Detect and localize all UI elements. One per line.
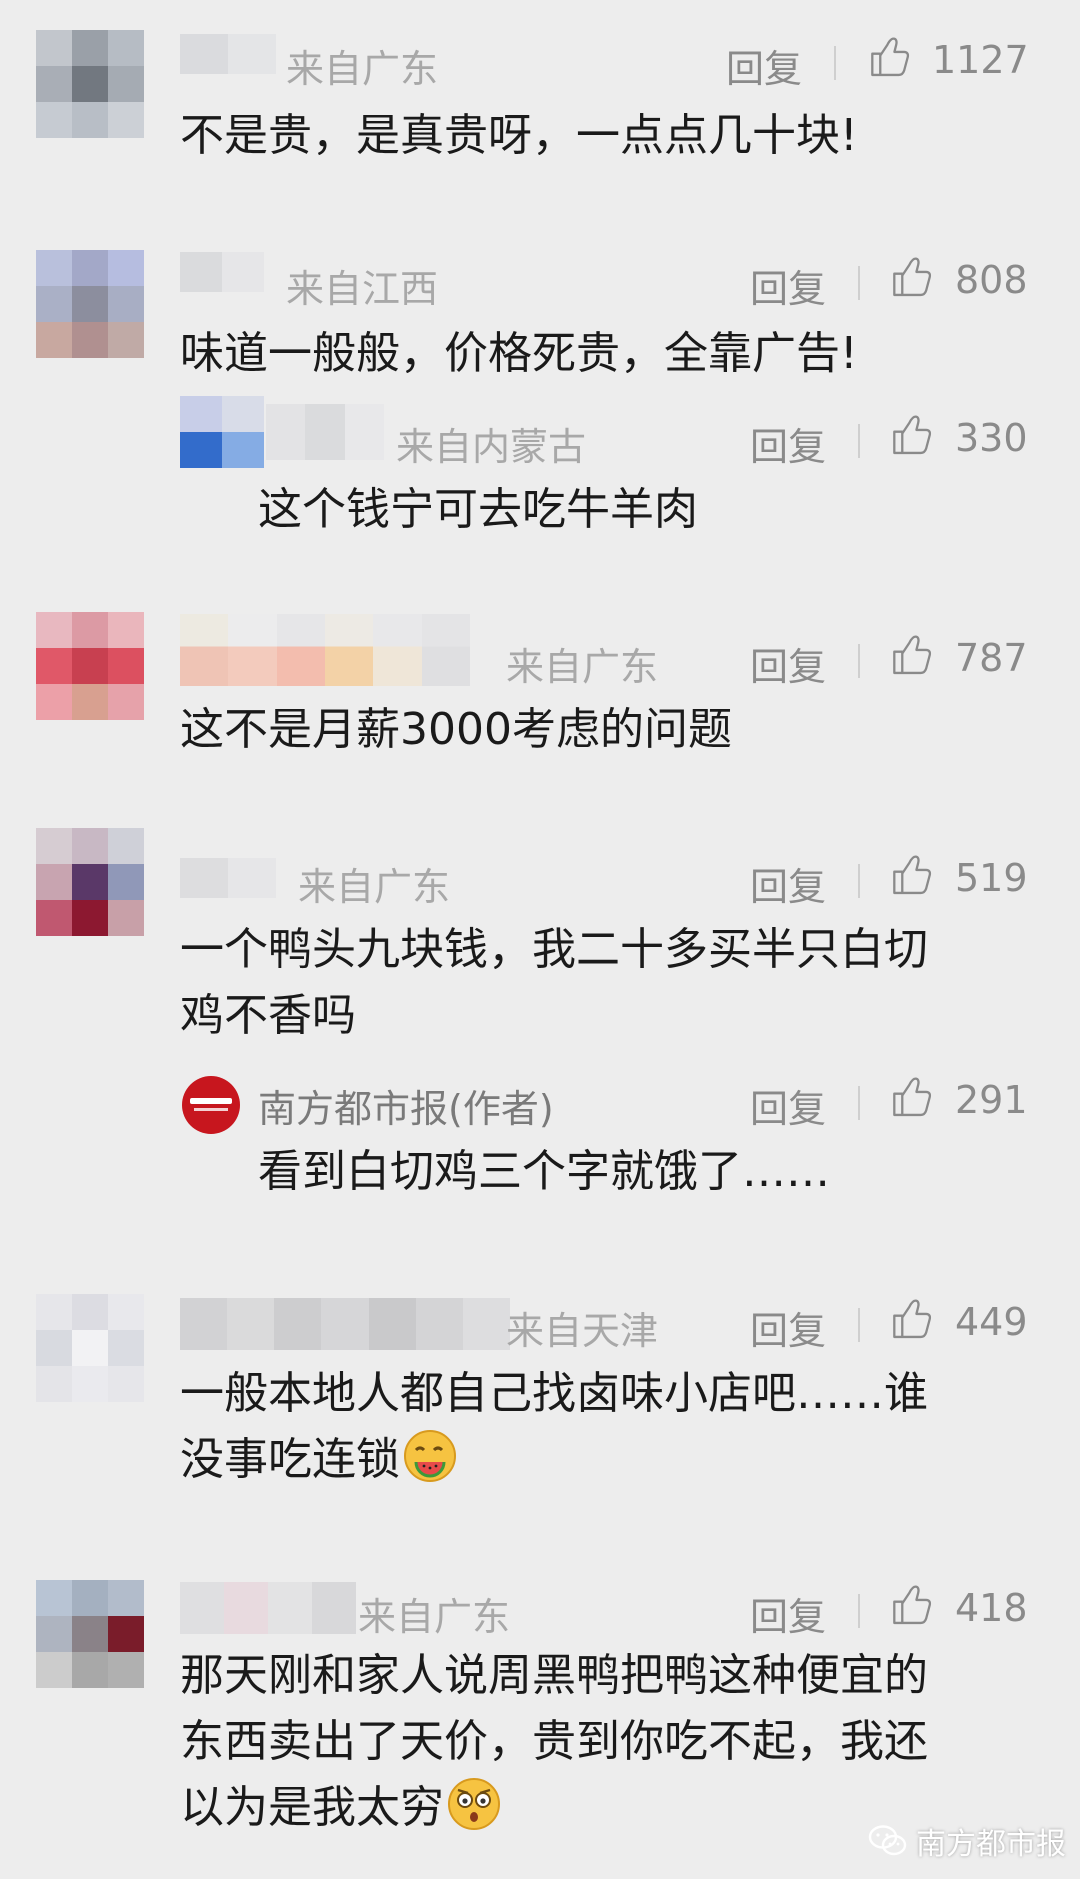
blurred-username[interactable] xyxy=(180,34,276,74)
comment-text: 这个钱宁可去吃牛羊肉 xyxy=(258,484,698,535)
comment-text-line-3: 以为是我太穷 xyxy=(180,1776,502,1840)
wechat-logo-icon xyxy=(868,1825,907,1856)
blurred-username[interactable] xyxy=(180,1298,510,1350)
user-avatar[interactable] xyxy=(36,250,144,358)
location-label: 来自广东 xyxy=(506,645,659,689)
comment-text: 味道一般般，价格死贵，全靠广告! xyxy=(180,328,858,379)
like-count: 418 xyxy=(955,1586,1028,1630)
reply-button[interactable]: 回复 xyxy=(750,258,826,313)
divider xyxy=(858,864,860,898)
comment-text-line: 以为是我太穷 xyxy=(180,1782,444,1833)
divider xyxy=(858,266,860,300)
like-count: 449 xyxy=(955,1300,1028,1344)
thumbs-up-icon[interactable] xyxy=(888,256,936,302)
user-avatar[interactable] xyxy=(36,828,144,936)
watermark-text: 南方都市报 xyxy=(916,1827,1066,1862)
author-avatar[interactable] xyxy=(182,1076,240,1134)
like-count: 787 xyxy=(955,636,1028,680)
location-label: 来自广东 xyxy=(286,47,439,91)
comment-text-line-2: 没事吃连锁 xyxy=(180,1428,458,1492)
comment-text-line: 没事吃连锁 xyxy=(180,1434,400,1485)
user-avatar[interactable] xyxy=(36,1294,144,1402)
location-label: 来自广东 xyxy=(298,865,451,909)
blurred-reply-avatar[interactable] xyxy=(180,396,264,468)
comment-text-line: 东西卖出了天价，贵到你吃不起，我还 xyxy=(180,1716,928,1767)
divider xyxy=(858,1594,860,1628)
comment-text-line: 一个鸭头九块钱，我二十多买半只白切 xyxy=(180,924,928,975)
thumbs-up-icon[interactable] xyxy=(888,1298,936,1344)
divider xyxy=(834,46,836,80)
comment-text: 看到白切鸡三个字就饿了…… xyxy=(258,1146,830,1197)
comment-text-line: 那天刚和家人说周黑鸭把鸭这种便宜的 xyxy=(180,1650,928,1701)
reply-button[interactable]: 回复 xyxy=(750,1586,826,1641)
thumbs-up-icon[interactable] xyxy=(866,36,914,82)
divider xyxy=(858,424,860,458)
watermelon-emoji-icon xyxy=(404,1430,456,1482)
like-count: 519 xyxy=(955,856,1028,900)
comment-text-line: 一般本地人都自己找卤味小店吧……谁 xyxy=(180,1368,928,1419)
comment-text: 这不是月薪3000考虑的问题 xyxy=(180,704,732,755)
thumbs-up-icon[interactable] xyxy=(888,1076,936,1122)
like-count: 330 xyxy=(955,416,1028,460)
reply-button[interactable]: 回复 xyxy=(750,1078,826,1133)
comment-text-line: 鸡不香吗 xyxy=(180,990,356,1041)
user-avatar[interactable] xyxy=(36,612,144,720)
user-avatar[interactable] xyxy=(36,30,144,138)
location-label: 来自内蒙古 xyxy=(396,425,587,469)
blurred-username[interactable] xyxy=(180,252,264,292)
blurred-username[interactable] xyxy=(180,614,470,686)
reply-button[interactable]: 回复 xyxy=(750,636,826,691)
thumbs-up-icon[interactable] xyxy=(888,634,936,680)
blurred-username[interactable] xyxy=(180,858,276,898)
like-count: 808 xyxy=(955,258,1028,302)
author-name[interactable]: 南方都市报(作者) xyxy=(258,1078,554,1133)
location-label: 来自广东 xyxy=(358,1595,511,1639)
reply-button[interactable]: 回复 xyxy=(750,856,826,911)
shocked-emoji-icon xyxy=(448,1778,500,1830)
thumbs-up-icon[interactable] xyxy=(888,414,936,460)
thumbs-up-icon[interactable] xyxy=(888,854,936,900)
reply-button[interactable]: 回复 xyxy=(726,38,802,93)
reply-button[interactable]: 回复 xyxy=(750,416,826,471)
watermark: 南方都市报 xyxy=(868,1818,1066,1864)
divider xyxy=(858,1086,860,1120)
like-count: 1127 xyxy=(932,38,1029,82)
comment-text: 不是贵，是真贵呀，一点点几十块! xyxy=(180,110,858,161)
location-label: 来自天津 xyxy=(506,1309,659,1353)
divider xyxy=(858,644,860,678)
blurred-username[interactable] xyxy=(180,1582,356,1634)
reply-button[interactable]: 回复 xyxy=(750,1300,826,1355)
thumbs-up-icon[interactable] xyxy=(888,1584,936,1630)
blurred-username[interactable] xyxy=(266,404,384,460)
location-label: 来自江西 xyxy=(286,267,439,311)
divider xyxy=(858,1308,860,1342)
like-count: 291 xyxy=(955,1078,1028,1122)
user-avatar[interactable] xyxy=(36,1580,144,1688)
